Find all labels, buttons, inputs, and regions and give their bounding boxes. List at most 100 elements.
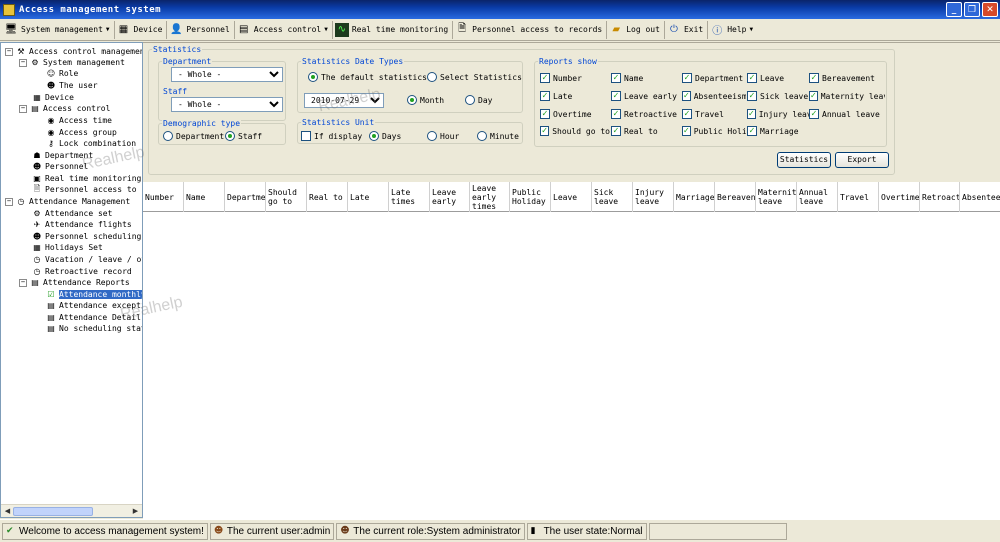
unit-days-radio[interactable]: Days [369,131,401,141]
report-leave-checkbox[interactable]: ✓ Leave [747,73,784,83]
default-statistics-radio[interactable]: The default statistics [308,72,427,82]
column-header[interactable]: Public Holiday [510,182,551,212]
report-number-checkbox[interactable]: ✓ Number [540,73,582,83]
department-select[interactable]: - Whole - [171,67,283,82]
unit-minute-radio[interactable]: Minute [477,131,519,141]
column-header[interactable]: Number [143,182,184,212]
column-header[interactable]: Should go to [266,182,307,212]
tree-item-attendance-detail[interactable]: ▤ Attendance Detail [46,312,141,323]
column-header[interactable]: Bereaven [715,182,756,212]
report-department-checkbox[interactable]: ✓ Department [682,73,743,83]
column-header[interactable]: Real to [307,182,348,212]
column-header[interactable]: Maternit leave [756,182,797,212]
report-name-checkbox[interactable]: ✓ Name [611,73,643,83]
report-travel-checkbox[interactable]: ✓ Travel [682,109,724,119]
tree-item-attendance-set[interactable]: ⚙ Attendance set [32,208,112,219]
tree-item-access-group[interactable]: ◉ Access group [46,127,117,138]
report-annual-leave-checkbox[interactable]: ✓ Annual leave [809,109,880,119]
column-header[interactable]: Overtime [879,182,920,212]
column-header[interactable]: Leave early times [470,182,510,212]
collapse-icon[interactable]: − [5,47,13,56]
tree-item-department[interactable]: ☗ Department [32,150,93,161]
report-overtime-checkbox[interactable]: ✓ Overtime [540,109,592,119]
tree-item-attendance-monthly[interactable]: ☑ Attendance monthly [46,289,142,300]
period-day-radio[interactable]: Day [465,95,492,105]
toolbar-system-management[interactable]: 🖥 System management ▼ [2,20,115,39]
report-maternity-leave-checkbox[interactable]: ✓Maternity leave [809,91,885,101]
select-statistics-radio[interactable]: Select Statistics [427,72,522,82]
close-button[interactable]: ✕ [982,2,998,17]
tree-item-role[interactable]: ☺ Role [46,68,78,79]
report-sick-leave-checkbox[interactable]: ✓ Sick leave [747,91,808,101]
report-leave-early-checkbox[interactable]: ✓ Leave early [611,91,677,101]
tree-item-personnel-access-records[interactable]: 🗎 Personnel access to re [32,184,142,195]
collapse-icon[interactable]: − [5,197,13,206]
collapse-icon[interactable]: − [19,104,27,113]
tree-item-no-scheduling[interactable]: ▤ No scheduling stat [46,323,142,334]
report-bereavement-checkbox[interactable]: ✓ Bereavement [809,73,875,83]
toolbar-log-out[interactable]: ▰ Log out [607,20,665,39]
column-header[interactable]: Absentee [960,182,1000,212]
report-retroactive-checkbox[interactable]: ✓ Retroactive [611,109,677,119]
column-header[interactable]: Injury leave [633,182,674,212]
tree-item-vacation-leave[interactable]: ◷ Vacation / leave / ove [32,254,143,265]
demographic-staff-radio[interactable]: Staff [225,131,262,141]
toolbar-access-control[interactable]: ▤ Access control ▼ [235,20,333,39]
column-header[interactable]: Annual leave [797,182,838,212]
collapse-icon[interactable]: − [19,278,27,287]
tree-item-attendance-exception[interactable]: ▤ Attendance excepti [46,300,142,311]
export-button[interactable]: Export [835,152,889,168]
report-real-to-checkbox[interactable]: ✓ Real to [611,126,658,136]
column-header[interactable]: Leave early [430,182,470,212]
toolbar-real-time-monitoring[interactable]: ∿ Real time monitoring [333,20,454,39]
report-injury-leave-checkbox[interactable]: ✓Injury leave [747,109,809,119]
toolbar-help[interactable]: ⓘ Help ▼ [708,21,757,39]
unit-hour-radio[interactable]: Hour [427,131,459,141]
report-public-holiday-checkbox[interactable]: ✓Public Holiday [682,126,746,136]
column-header[interactable]: Marriage [674,182,715,212]
tree-item-device[interactable]: ▦ Device [32,92,74,103]
toolbar-device[interactable]: ▦ Device [115,20,168,39]
report-marriage-checkbox[interactable]: ✓ Marriage [747,126,799,136]
column-header[interactable]: Sick leave [592,182,633,212]
column-header[interactable]: Retroact [920,182,960,212]
collapse-icon[interactable]: − [19,58,27,67]
maximize-button[interactable]: ❐ [964,2,980,17]
scroll-right-icon[interactable]: ▶ [130,507,141,516]
tree-item-attendance-flights[interactable]: ✈ Attendance flights [32,219,132,230]
tree-item-lock-combination[interactable]: ⚷ Lock combination [46,138,136,149]
column-header[interactable]: Name [184,182,225,212]
tree-item-personnel-scheduling[interactable]: ☻ Personnel scheduling [32,231,142,242]
column-header[interactable]: Travel [838,182,879,212]
toolbar-personnel-access-records[interactable]: 🗎 Personnel access to records [453,20,608,39]
scroll-left-icon[interactable]: ◀ [2,507,13,516]
minimize-button[interactable]: _ [946,2,962,17]
scroll-thumb[interactable] [13,507,93,516]
tree-item-holidays-set[interactable]: ▦ Holidays Set [32,242,103,253]
toolbar-exit[interactable]: ⏻ Exit [665,20,709,39]
tree-item-access-time[interactable]: ◉ Access time [46,115,112,126]
tree-item-personnel[interactable]: ☻ Personnel [32,161,89,172]
tree-horizontal-scrollbar[interactable]: ◀ ▶ [1,504,142,517]
report-should-go-to-checkbox[interactable]: ✓ Should go to [540,126,610,136]
tree-item-attendance-reports[interactable]: − ▤ Attendance Reports [19,277,130,288]
tree-item-the-user[interactable]: ☻ The user [46,80,98,91]
tree-item-system-management[interactable]: − ⚙ System management [19,57,125,68]
column-header[interactable]: Late [348,182,389,212]
tree-item-retroactive-record[interactable]: ◷ Retroactive record [32,266,132,277]
statistics-date-picker[interactable]: 2010-07-29 [304,93,384,108]
statistics-button[interactable]: Statistics [777,152,831,168]
if-display-checkbox[interactable]: If display [301,131,362,141]
column-header[interactable]: Departme [225,182,266,212]
column-header[interactable]: Late times [389,182,430,212]
staff-select[interactable]: - Whole - [171,97,283,112]
report-late-checkbox[interactable]: ✓ Late [540,91,572,101]
demographic-department-radio[interactable]: Department [163,131,224,141]
tree-item-attendance-management[interactable]: − ◷ Attendance Management [5,196,130,207]
tree-item-access-control-management[interactable]: − ⚒ Access control management [5,46,142,57]
column-header[interactable]: Leave [551,182,592,212]
period-month-radio[interactable]: Month [407,95,444,105]
tree-item-real-time-monitoring[interactable]: ▣ Real time monitoring [32,173,141,184]
tree-item-access-control[interactable]: − ▤ Access control [19,103,110,114]
toolbar-personnel[interactable]: 👤 Personnel [167,20,235,39]
